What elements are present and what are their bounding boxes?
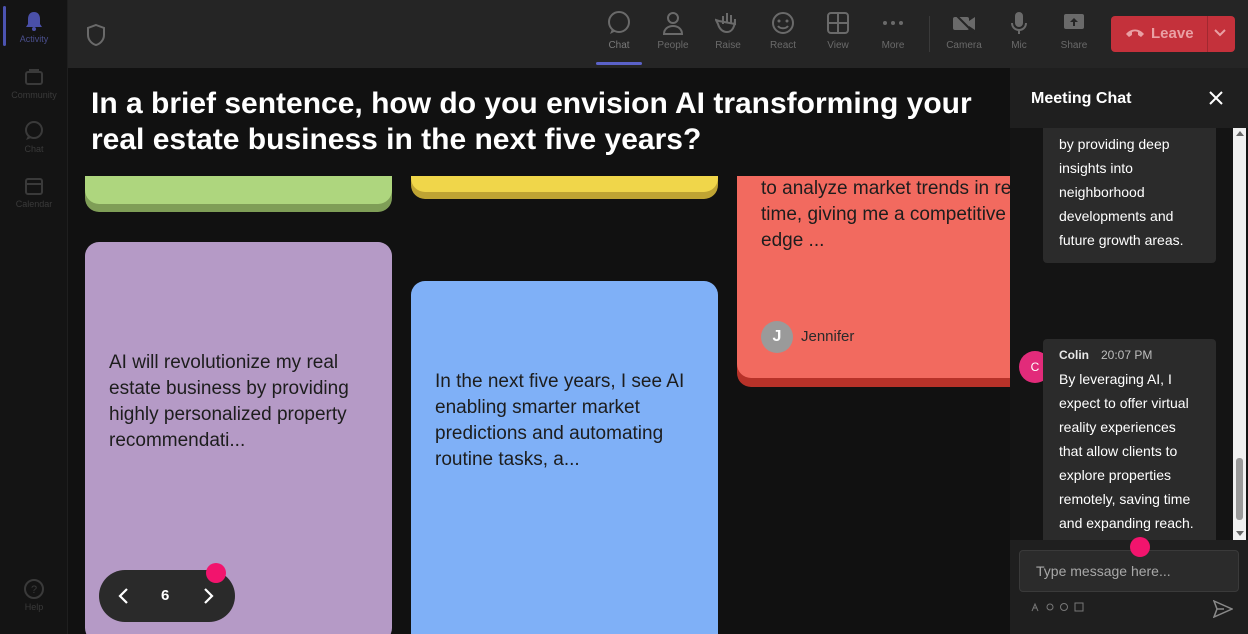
chat-label: Chat — [608, 40, 630, 51]
send-icon[interactable] — [1213, 600, 1233, 618]
format-icons[interactable] — [1031, 602, 1091, 612]
meeting-chat-panel: Meeting Chat by providing deep insights … — [1010, 68, 1248, 634]
page-number: 6 — [161, 587, 170, 604]
hangup-phone-icon — [1126, 29, 1144, 37]
scroll-up-arrow[interactable] — [1236, 131, 1244, 136]
camera-button[interactable]: Camera — [937, 10, 991, 66]
blue-card[interactable]: In the next five years, I see AI enablin… — [411, 281, 718, 634]
chat-scrollbar[interactable] — [1233, 128, 1246, 540]
format-toolbar[interactable] — [1031, 602, 1091, 614]
leave-button[interactable]: Leave — [1111, 16, 1235, 52]
camera-label: Camera — [946, 40, 982, 51]
chat-icon — [25, 121, 43, 140]
people-button[interactable]: People — [646, 10, 700, 66]
chat-button[interactable]: Chat — [592, 10, 646, 66]
message-text: By leveraging AI, I expect to offer virt… — [1059, 371, 1194, 531]
smiley-icon — [772, 12, 794, 34]
camera-off-icon — [953, 12, 975, 34]
sidebar-item-label: Chat — [24, 144, 44, 154]
cursor-marker — [1130, 537, 1150, 557]
react-label: React — [769, 40, 797, 51]
board-stage: to analyze market trends in real-time, g… — [68, 68, 1010, 634]
shield-icon[interactable] — [86, 24, 106, 46]
toolbar-divider — [929, 16, 930, 52]
card-author: Jennifer — [801, 328, 855, 345]
chevron-left-icon[interactable] — [117, 586, 131, 606]
chevron-down-icon[interactable] — [1214, 28, 1226, 38]
share-button[interactable]: Share — [1047, 10, 1101, 66]
app-sidebar: Activity Community Chat Calendar ? Help — [0, 0, 68, 634]
scroll-down-arrow[interactable] — [1236, 531, 1244, 536]
mic-button[interactable]: Mic — [992, 10, 1046, 66]
person-icon — [662, 12, 684, 35]
react-button[interactable]: React — [756, 10, 810, 66]
sidebar-item-calendar[interactable]: Calendar — [0, 175, 68, 209]
close-icon[interactable] — [1208, 90, 1224, 106]
leave-label: Leave — [1151, 25, 1194, 42]
grid-icon — [827, 12, 849, 34]
message-time: 20:07 PM — [1101, 348, 1153, 362]
cursor-marker — [206, 563, 226, 583]
leave-divider — [1207, 16, 1208, 52]
community-icon — [25, 69, 43, 85]
sidebar-item-label: Activity — [19, 34, 49, 44]
scroll-thumb[interactable] — [1236, 458, 1243, 520]
raise-hand-button[interactable]: Raise — [701, 10, 755, 66]
sidebar-item-help[interactable]: ? Help — [0, 578, 68, 612]
chat-message: Colin 20:07 PM By leveraging AI, I expec… — [1043, 339, 1216, 540]
card-text: to analyze market trends in real-time, g… — [761, 178, 1010, 251]
sidebar-item-label: Help — [24, 602, 44, 612]
calendar-icon — [25, 178, 43, 195]
mic-icon — [1011, 12, 1027, 34]
more-label: More — [881, 40, 905, 51]
question-title: In a brief sentence, how do you envision… — [91, 87, 972, 156]
svg-text:?: ? — [31, 584, 37, 596]
view-button[interactable]: View — [811, 10, 865, 66]
chat-message: by providing deep insights into neighbor… — [1043, 128, 1216, 263]
more-button[interactable]: More — [866, 10, 920, 66]
message-author: Colin — [1059, 348, 1089, 362]
sidebar-item-activity[interactable]: Activity — [0, 10, 68, 44]
more-icon — [883, 21, 903, 25]
chat-message-input[interactable] — [1019, 550, 1239, 592]
chevron-right-icon[interactable] — [201, 586, 215, 606]
active-tab-indicator — [596, 62, 642, 65]
view-label: View — [827, 40, 849, 51]
sidebar-item-label: Calendar — [15, 199, 53, 209]
help-icon: ? — [24, 579, 44, 599]
sidebar-item-community[interactable]: Community — [0, 66, 68, 100]
share-label: Share — [1060, 40, 1088, 51]
red-card[interactable]: to analyze market trends in real-time, g… — [737, 168, 1010, 378]
card-text: In the next five years, I see AI enablin… — [435, 371, 685, 470]
bell-icon — [26, 12, 42, 31]
chat-icon — [608, 11, 630, 34]
sidebar-item-chat[interactable]: Chat — [0, 120, 68, 154]
hand-icon — [715, 13, 736, 34]
meeting-toolbar: Chat People Raise React View More Camera… — [68, 0, 1248, 68]
message-text: by providing deep insights into neighbor… — [1059, 136, 1184, 248]
raise-label: Raise — [715, 40, 741, 51]
card-text: AI will revolutionize my real estate bus… — [109, 352, 349, 451]
people-label: People — [657, 40, 689, 51]
mic-label: Mic — [1011, 40, 1027, 51]
avatar: J — [761, 321, 793, 353]
sidebar-item-label: Community — [11, 90, 57, 100]
chat-title: Meeting Chat — [1031, 90, 1132, 107]
chat-message-list[interactable]: by providing deep insights into neighbor… — [1010, 128, 1248, 540]
share-screen-icon — [1064, 14, 1084, 29]
